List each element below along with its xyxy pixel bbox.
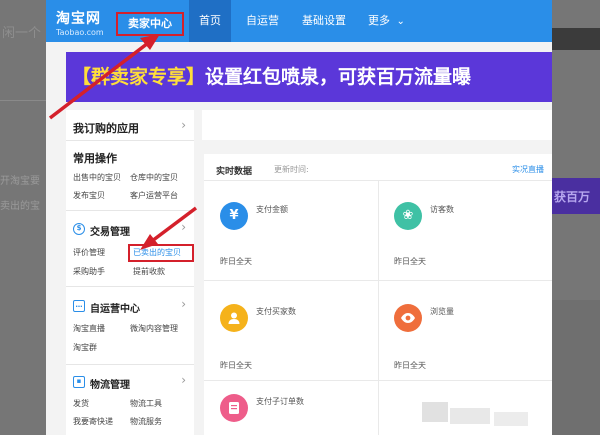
sidebar-selfop-title[interactable]: 自运营中心: [90, 300, 140, 315]
divider: [204, 280, 552, 281]
content-header-card: [202, 110, 552, 140]
backdrop-banner: 获百万: [552, 178, 600, 214]
top-nav: 淘宝网 Taobao.com 卖家中心 首页 自运营 基础设置 更多 ⌄: [46, 0, 552, 42]
sidebar-divider: [66, 286, 194, 287]
metric-label: 支付子订单数: [256, 397, 304, 406]
blurred-region: [422, 402, 448, 422]
backdrop-divider: [0, 100, 46, 101]
chat-icon: …: [73, 300, 85, 312]
chevron-right-icon[interactable]: ›: [181, 220, 186, 234]
sidebar-link-on-sale[interactable]: 出售中的宝贝: [73, 172, 121, 183]
blurred-region: [450, 408, 490, 424]
sidebar-divider: [66, 364, 194, 365]
promo-banner[interactable]: 【群卖家专享】设置红包喷泉，可获百万流量曝: [66, 52, 552, 102]
realtime-data-card: 实时数据 更新时间: 实况直播 ¥ 支付金额 昨日全天 ❀ 访客数 昨日全天 支…: [204, 154, 552, 435]
banner-highlight: 【群卖家专享】: [72, 66, 206, 88]
eye-icon: [394, 304, 422, 332]
sidebar-divider: [66, 140, 194, 141]
nav-basic-settings[interactable]: 基础设置: [302, 0, 346, 42]
paw-icon: ❀: [394, 202, 422, 230]
sidebar-link-publish[interactable]: 发布宝贝: [73, 190, 105, 201]
yen-icon: ¥: [220, 202, 248, 230]
metric-period: 昨日全天: [394, 257, 426, 266]
backdrop-panel: [552, 300, 600, 435]
sidebar-trade-title[interactable]: 交易管理: [90, 223, 130, 238]
sidebar-link-logistics-tools[interactable]: 物流工具: [130, 398, 162, 409]
chevron-right-icon[interactable]: ›: [181, 297, 186, 311]
chevron-right-icon[interactable]: ›: [181, 118, 186, 132]
annotation-highlight-box: [128, 244, 194, 262]
sidebar-link-early-payment[interactable]: 提前收款: [133, 266, 165, 277]
backdrop-text: 开淘宝要: [0, 176, 40, 187]
sidebar-link-purchase-assistant[interactable]: 采购助手: [73, 266, 105, 277]
metric-label: 支付金额: [256, 205, 288, 214]
sidebar-logistics-title[interactable]: 物流管理: [90, 376, 130, 391]
logo-text: 淘宝网: [56, 11, 101, 27]
realtime-update-time: 更新时间:: [274, 165, 309, 174]
metric-period: 昨日全天: [394, 361, 426, 370]
trade-icon: $: [73, 223, 85, 235]
truck-icon: ▪: [73, 376, 85, 388]
backdrop-nav-strip: [552, 28, 600, 50]
sidebar-common-ops-title: 常用操作: [73, 152, 117, 165]
sidebar-link-crm[interactable]: 客户运营平台: [130, 190, 178, 201]
sidebar-my-apps[interactable]: 我订购的应用: [73, 120, 139, 136]
divider: [204, 380, 552, 381]
sidebar-link-weitao[interactable]: 微淘内容管理: [130, 323, 178, 334]
metric-period: 昨日全天: [220, 361, 252, 370]
metric-label: 访客数: [430, 205, 454, 214]
banner-text: 设置红包喷泉，可获百万流量曝: [205, 66, 472, 88]
logo-domain: Taobao.com: [56, 28, 104, 37]
backdrop-text: 卖出的宝: [0, 201, 40, 212]
metric-label: 支付买家数: [256, 307, 296, 316]
sidebar-link-send-express[interactable]: 我要寄快递: [73, 416, 113, 427]
realtime-title: 实时数据: [216, 167, 253, 177]
nav-self-operation[interactable]: 自运营: [246, 0, 279, 42]
nav-home[interactable]: 首页: [189, 0, 231, 42]
divider: [378, 180, 379, 435]
sidebar-link-live[interactable]: 淘宝直播: [73, 323, 105, 334]
nav-more[interactable]: 更多 ⌄: [368, 0, 405, 42]
sidebar-divider: [66, 210, 194, 211]
taobao-logo[interactable]: 淘宝网 Taobao.com: [56, 4, 116, 38]
sidebar-link-warehouse[interactable]: 仓库中的宝贝: [130, 172, 178, 183]
sidebar: 我订购的应用 › 常用操作 出售中的宝贝 仓库中的宝贝 发布宝贝 客户运营平台 …: [66, 110, 194, 435]
sidebar-link-reviews[interactable]: 评价管理: [73, 247, 105, 258]
seller-center-window: 淘宝网 Taobao.com 卖家中心 首页 自运营 基础设置 更多 ⌄ 【群卖…: [46, 0, 552, 435]
chevron-right-icon[interactable]: ›: [181, 373, 186, 387]
order-icon: [220, 394, 248, 422]
main-content: 实时数据 更新时间: 实况直播 ¥ 支付金额 昨日全天 ❀ 访客数 昨日全天 支…: [202, 110, 552, 435]
buyer-icon: [220, 304, 248, 332]
backdrop-heading: 闲一个: [2, 26, 42, 41]
sidebar-link-group[interactable]: 淘宝群: [73, 342, 97, 353]
metric-label: 浏览量: [430, 307, 454, 316]
realtime-live-link[interactable]: 实况直播: [512, 164, 544, 175]
sidebar-link-logistics-service[interactable]: 物流服务: [130, 416, 162, 427]
nav-seller-center[interactable]: 卖家中心: [116, 12, 184, 36]
sidebar-link-ship[interactable]: 发货: [73, 398, 89, 409]
chevron-down-icon: ⌄: [396, 16, 405, 27]
nav-more-label: 更多: [368, 14, 390, 27]
metric-period: 昨日全天: [220, 257, 252, 266]
blurred-region: [494, 412, 528, 426]
